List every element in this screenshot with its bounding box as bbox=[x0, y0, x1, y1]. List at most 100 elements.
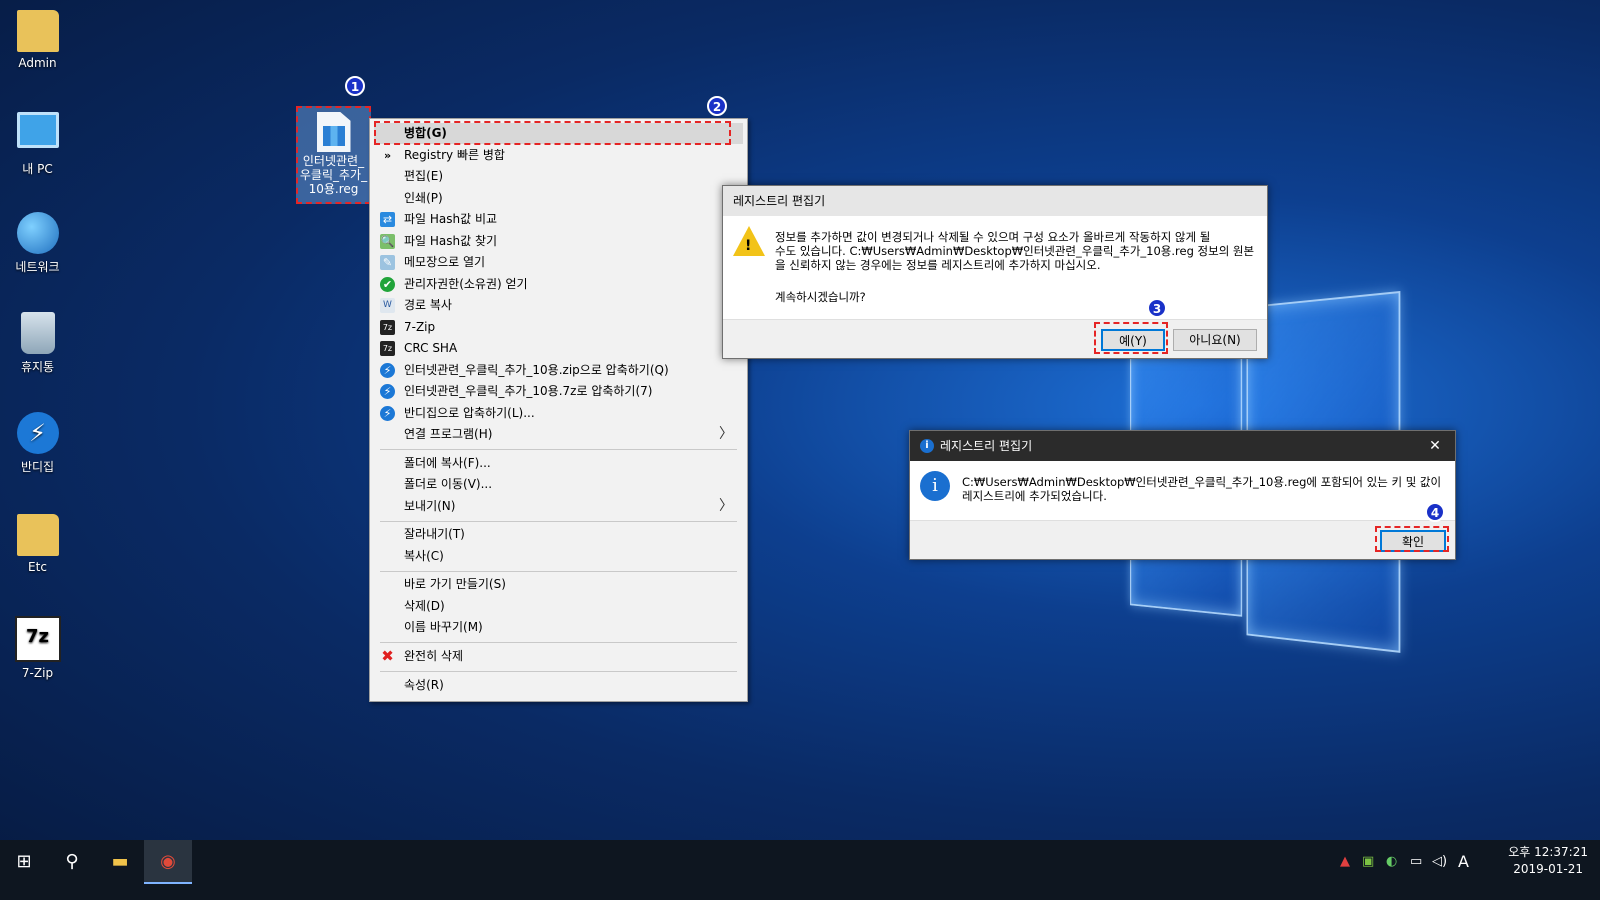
step-badge-2: 2 bbox=[707, 96, 727, 116]
menu-item-compress-bandizip[interactable]: ⚡ 반디집으로 압축하기(L)... bbox=[374, 403, 743, 424]
bandizip-icon: ⚡ bbox=[380, 384, 395, 399]
menu-item-7zip[interactable]: 7z 7-Zip bbox=[374, 317, 743, 338]
menu-item-take-ownership[interactable]: ✔ 관리자권한(소유권) 얻기 bbox=[374, 274, 743, 295]
desktop-icon-etc[interactable]: Etc bbox=[0, 514, 75, 574]
menu-separator bbox=[380, 571, 737, 572]
network-icon bbox=[16, 212, 59, 254]
menu-item-compress-7z[interactable]: ⚡ 인터넷관련_우클릭_추가_10용.7z로 압축하기(7) bbox=[374, 381, 743, 402]
desktop-icon-my-pc[interactable]: 내 PC bbox=[0, 112, 75, 177]
tray-antivirus-icon[interactable]: ▲ bbox=[1340, 840, 1350, 884]
computer-icon bbox=[16, 112, 59, 148]
bandizip-icon: ⚡ bbox=[380, 363, 395, 378]
step-badge-3: 3 bbox=[1147, 298, 1167, 318]
search-icon: ⚲ bbox=[65, 851, 79, 872]
menu-item-permanent-delete[interactable]: ✖ 완전히 삭제 bbox=[374, 646, 743, 667]
bandizip-icon: ⚡ bbox=[16, 412, 59, 454]
tray-update-icon[interactable]: ◐ bbox=[1386, 840, 1397, 884]
desktop-icon-label: Admin bbox=[18, 56, 57, 70]
windows-start-icon: ⊞ bbox=[16, 851, 32, 872]
clock-date: 2019-01-21 bbox=[1513, 862, 1583, 876]
bandizip-icon: ⚡ bbox=[380, 406, 395, 421]
dialog-title-bar: i 레지스트리 편집기 ✕ bbox=[910, 431, 1455, 461]
dialog-title: 레지스트리 편집기 bbox=[723, 186, 1267, 216]
menu-item-crc-sha[interactable]: 7z CRC SHA bbox=[374, 338, 743, 359]
menu-item-open-notepad[interactable]: ✎ 메모장으로 열기 bbox=[374, 252, 743, 273]
user-folder-icon bbox=[16, 10, 59, 52]
compare-icon: ⇄ bbox=[380, 212, 395, 227]
ok-button[interactable]: 확인 bbox=[1380, 530, 1446, 552]
menu-item-edit[interactable]: 편집(E) bbox=[374, 166, 743, 187]
chevron-right-icon: 〉 bbox=[719, 498, 733, 514]
menu-separator bbox=[380, 449, 737, 450]
menu-item-send-to[interactable]: 보내기(N) 〉 bbox=[374, 496, 743, 517]
dialog-footer: 확인 bbox=[910, 520, 1455, 559]
context-menu: 병합(G) » Registry 빠른 병합 편집(E) 인쇄(P) ⇄ 파일 Ha… bbox=[369, 118, 748, 702]
search-button[interactable]: ⚲ bbox=[48, 840, 96, 884]
menu-item-hash-find[interactable]: 🔍 파일 Hash값 찾기 bbox=[374, 231, 743, 252]
desktop-icon-bandizip[interactable]: ⚡ 반디집 bbox=[0, 412, 75, 475]
desktop-icon-7zip[interactable]: 7z 7-Zip bbox=[0, 616, 75, 680]
menu-separator bbox=[380, 642, 737, 643]
registry-file-icon bbox=[316, 112, 351, 152]
menu-item-hash-compare[interactable]: ⇄ 파일 Hash값 비교 bbox=[374, 209, 743, 230]
start-button[interactable]: ⊞ bbox=[0, 840, 48, 884]
path-copy-icon: W bbox=[380, 298, 395, 313]
desktop-icon-label: 휴지통 bbox=[20, 360, 55, 374]
7zip-icon: 7z bbox=[380, 320, 395, 335]
chrome-button[interactable]: ◉ bbox=[144, 840, 192, 884]
menu-item-copy-path[interactable]: W 경로 복사 bbox=[374, 295, 743, 316]
tray-network-icon[interactable]: ▭ bbox=[1410, 840, 1422, 884]
tray-ime-indicator[interactable]: A bbox=[1458, 840, 1469, 884]
desktop-icon-recycle-bin[interactable]: 휴지통 bbox=[0, 312, 75, 375]
double-chevron-icon: » bbox=[383, 149, 392, 162]
desktop-icon-admin[interactable]: Admin bbox=[0, 10, 75, 70]
dialog-footer: 예(Y) 아니요(N) bbox=[723, 319, 1267, 358]
taskbar-clock[interactable]: 오후 12:37:21 2019-01-21 bbox=[1508, 844, 1588, 878]
menu-item-properties[interactable]: 속성(R) bbox=[374, 675, 743, 696]
desktop-icon-label: Etc bbox=[28, 560, 47, 574]
shield-check-icon: ✔ bbox=[380, 277, 395, 292]
menu-item-copy-to-folder[interactable]: 폴더에 복사(F)... bbox=[374, 453, 743, 474]
menu-separator bbox=[380, 671, 737, 672]
menu-item-open-with[interactable]: 연결 프로그램(H) 〉 bbox=[374, 424, 743, 445]
registry-info-dialog: i 레지스트리 편집기 ✕ i C:₩Users₩Admin₩Desktop₩인… bbox=[909, 430, 1456, 560]
selected-reg-file[interactable]: 인터넷관련_ 우클릭_추가_ 10용.reg bbox=[296, 106, 371, 204]
menu-item-cut[interactable]: 잘라내기(T) bbox=[374, 524, 743, 545]
menu-item-create-shortcut[interactable]: 바로 가기 만들기(S) bbox=[374, 574, 743, 595]
menu-item-print[interactable]: 인쇄(P) bbox=[374, 188, 743, 209]
folder-icon: ▬ bbox=[111, 851, 129, 872]
7zip-icon: 7z bbox=[380, 341, 395, 356]
menu-item-merge[interactable]: 병합(G) bbox=[374, 123, 743, 144]
menu-item-registry-quick-merge[interactable]: » Registry 빠른 병합 bbox=[374, 145, 743, 166]
menu-item-rename[interactable]: 이름 바꾸기(M) bbox=[374, 617, 743, 638]
file-name-line: 인터넷관련_ bbox=[302, 154, 365, 168]
step-badge-1: 1 bbox=[345, 76, 365, 96]
no-button[interactable]: 아니요(N) bbox=[1173, 329, 1257, 351]
tray-nvidia-icon[interactable]: ▣ bbox=[1362, 840, 1374, 884]
file-name-line: 우클릭_추가_ bbox=[299, 168, 368, 182]
info-small-icon: i bbox=[920, 439, 934, 453]
7zip-icon: 7z bbox=[14, 616, 61, 662]
info-message: C:₩Users₩Admin₩Desktop₩인터넷관련_우클릭_추가_10용.… bbox=[962, 475, 1442, 503]
file-explorer-button[interactable]: ▬ bbox=[96, 840, 144, 884]
desktop-icon-label: 7-Zip bbox=[21, 666, 54, 680]
menu-item-copy[interactable]: 복사(C) bbox=[374, 546, 743, 567]
desktop-icon-label: 네트워크 bbox=[15, 260, 60, 274]
confirm-question: 계속하시겠습니까? bbox=[775, 290, 866, 304]
magnifier-icon: 🔍 bbox=[380, 234, 395, 249]
info-icon: i bbox=[920, 471, 950, 501]
chrome-icon: ◉ bbox=[160, 851, 176, 872]
registry-warning-dialog: 레지스트리 편집기 ! 정보를 추가하면 값이 변경되거나 삭제될 수 있으며 … bbox=[722, 185, 1268, 359]
menu-item-move-to-folder[interactable]: 폴더로 이동(V)... bbox=[374, 474, 743, 495]
warning-icon-mark: ! bbox=[745, 238, 752, 254]
yes-button[interactable]: 예(Y) bbox=[1101, 329, 1165, 351]
close-icon[interactable]: ✕ bbox=[1423, 431, 1447, 461]
menu-separator bbox=[380, 521, 737, 522]
menu-item-delete[interactable]: 삭제(D) bbox=[374, 596, 743, 617]
desktop-icon-label: 내 PC bbox=[22, 162, 53, 176]
recycle-bin-icon bbox=[20, 312, 55, 354]
folder-icon bbox=[16, 514, 59, 556]
desktop-icon-network[interactable]: 네트워크 bbox=[0, 212, 75, 275]
menu-item-compress-zip[interactable]: ⚡ 인터넷관련_우클릭_추가_10용.zip으로 압축하기(Q) bbox=[374, 360, 743, 381]
tray-volume-icon[interactable]: ◁) bbox=[1432, 840, 1447, 884]
